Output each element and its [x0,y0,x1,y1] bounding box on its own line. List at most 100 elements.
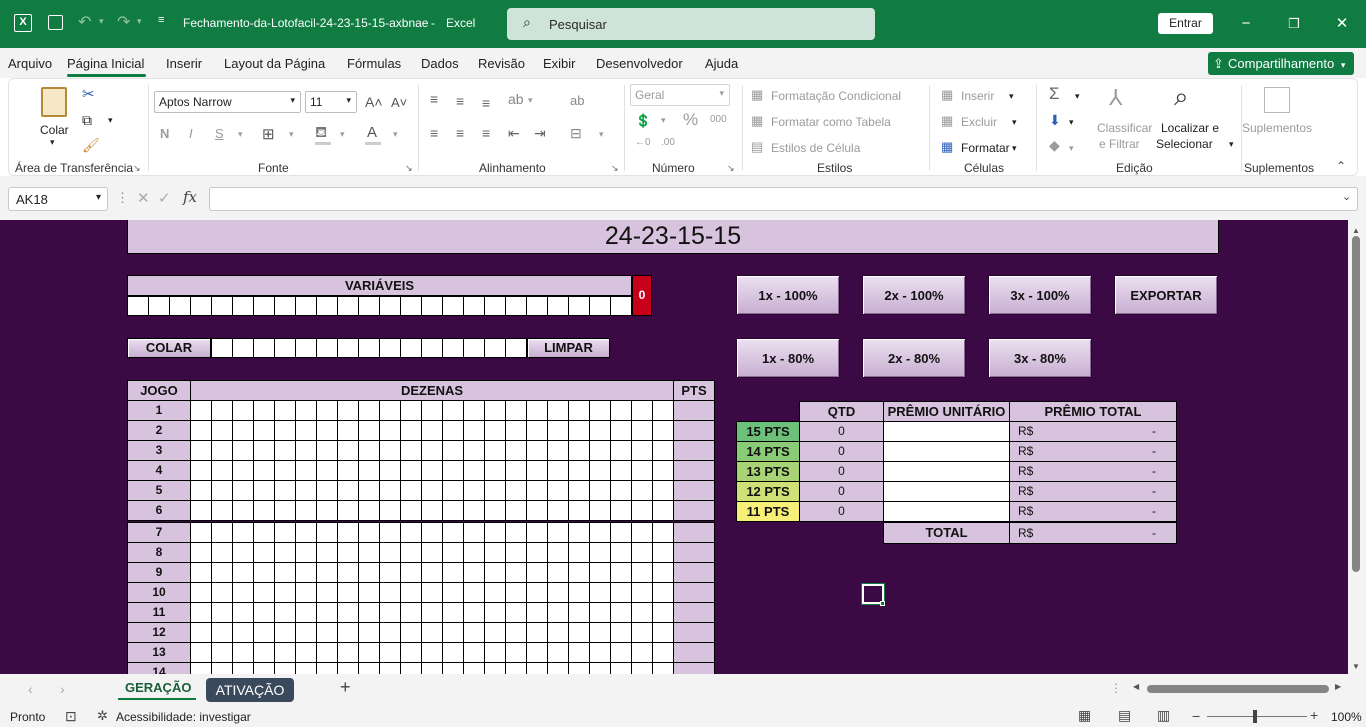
zoom-level[interactable]: 100% [1331,710,1362,724]
merge-center-icon[interactable]: ⊟ [570,125,582,142]
orientation-dropdown-icon[interactable]: ▾ [528,95,533,106]
prize-unit-input[interactable] [883,461,1010,482]
jogo-number[interactable]: 11 [127,602,191,623]
chevron-down-icon[interactable]: ▾ [1069,143,1074,154]
insert-function-icon[interactable]: fx [183,188,197,206]
undo-icon[interactable]: ↶ [78,12,91,32]
page-break-icon[interactable]: ▥ [1157,707,1170,724]
increase-font-icon[interactable]: A˄ [365,94,383,110]
sheet-title[interactable]: 24-23-15-15 [127,220,1219,254]
accessibility-icon[interactable]: ✲ [97,708,108,724]
prize-qtd[interactable]: 0 [799,441,884,462]
paste-dropdown-icon[interactable]: ▾ [50,137,55,148]
prize-unit-input[interactable] [883,421,1010,442]
prize-total-cell[interactable]: R$ - [1009,421,1177,442]
colar-row[interactable] [211,338,527,358]
qtd-header[interactable]: QTD [799,401,884,422]
cut-icon[interactable]: ✂ [82,85,95,103]
italic-button[interactable]: I [189,126,193,141]
prize-unit-input[interactable] [883,441,1010,462]
prize-unit-input[interactable] [883,481,1010,502]
clipboard-launcher-icon[interactable]: ↘ [133,163,141,174]
prize-qtd[interactable]: 0 [799,421,884,442]
2x-80-button[interactable]: 2x - 80% [862,338,966,378]
exportar-button[interactable]: EXPORTAR [1114,275,1218,315]
pts-cell[interactable] [673,542,715,563]
prize-label[interactable]: 14 PTS [736,441,800,462]
decrease-decimal-icon[interactable]: .00 [661,137,675,148]
conditional-format-button[interactable]: Formatação Condicional [771,89,901,103]
expand-formula-icon[interactable]: ⌄ [1342,190,1351,203]
prize-unit-input[interactable] [883,501,1010,522]
dezenas-row[interactable] [190,500,674,521]
close-button[interactable]: ✕ [1330,12,1354,36]
pts-cell[interactable] [673,602,715,623]
accessibility-status[interactable]: Acessibilidade: investigar [116,710,251,724]
fill-color-icon[interactable]: ⛾ [315,124,327,143]
increase-decimal-icon[interactable]: ←0 [635,137,651,148]
dezenas-row[interactable] [190,622,674,643]
premio-total-header[interactable]: PRÊMIO TOTAL [1009,401,1177,422]
copy-icon[interactable]: ⧉ [82,112,92,129]
jogo-number[interactable]: 8 [127,542,191,563]
formula-input[interactable] [209,187,1358,211]
prize-label[interactable]: 12 PTS [736,481,800,502]
normal-view-icon[interactable]: ▦ [1078,707,1091,724]
font-size-select[interactable]: 11 ▾ [305,91,357,113]
prize-total-cell[interactable]: R$ - [1009,461,1177,482]
worksheet[interactable]: 24-23-15-15 VARIÁVEIS 0 COLAR LIMPAR 1x … [0,220,1348,674]
hscroll-thumb[interactable] [1147,685,1329,693]
pts-cell[interactable] [673,642,715,663]
total-label[interactable]: TOTAL [883,522,1010,544]
save-icon[interactable] [48,15,63,30]
3x-100-button[interactable]: 3x - 100% [988,275,1092,315]
jogo-number[interactable]: 9 [127,562,191,583]
find-select-label[interactable]: Localizar e [1161,121,1219,135]
clear-icon[interactable]: ◆ [1049,137,1060,154]
number-format-select[interactable]: Geral ▾ [630,84,730,106]
jogo-number[interactable]: 2 [127,420,191,441]
chevron-down-icon[interactable]: ▾ [1069,117,1074,128]
tab-layout[interactable]: Layout da Página [224,56,325,71]
sheet-tab-geracao[interactable]: GERAÇÃO [125,680,191,695]
borders-dropdown-icon[interactable]: ▾ [289,129,294,140]
search-box[interactable]: ⌕ Pesquisar [507,8,875,40]
variaveis-row[interactable] [127,296,632,316]
format-cells-button[interactable]: Formatar [961,141,1010,155]
sort-filter-label2[interactable]: e Filtrar [1099,137,1140,151]
variaveis-header[interactable]: VARIÁVEIS [127,275,632,296]
jogo-number[interactable]: 1 [127,400,191,421]
font-name-select[interactable]: Aptos Narrow ▾ [154,91,301,113]
1x-100-button[interactable]: 1x - 100% [736,275,840,315]
dezenas-row[interactable] [190,642,674,663]
prize-qtd[interactable]: 0 [799,501,884,522]
prev-sheet-icon[interactable]: ‹ [28,681,33,697]
pts-cell[interactable] [673,622,715,643]
bold-button[interactable]: N [160,126,169,141]
currency-dropdown-icon[interactable]: ▾ [661,115,666,126]
dezenas-row[interactable] [190,400,674,421]
align-top-icon[interactable]: ≡ [430,91,438,107]
tab-desenvolvedor[interactable]: Desenvolvedor [596,56,683,71]
sort-filter-label[interactable]: Classificar [1097,121,1152,135]
3x-80-button[interactable]: 3x - 80% [988,338,1092,378]
share-button[interactable]: ⇪ Compartilhamento ▾ [1208,52,1354,75]
delete-cells-button[interactable]: Excluir [961,115,997,129]
tab-ajuda[interactable]: Ajuda [705,56,738,71]
font-launcher-icon[interactable]: ↘ [405,163,413,174]
jogo-number[interactable]: 14 [127,662,191,674]
pts-cell[interactable] [673,480,715,501]
insert-cells-button[interactable]: Inserir [961,89,994,103]
splitter-icon[interactable]: ⋮ [1110,681,1122,695]
pts-cell[interactable] [673,582,715,603]
pts-cell[interactable] [673,662,715,674]
underline-button[interactable]: S [215,126,224,141]
find-icon[interactable]: ⌕ [1174,81,1189,113]
fill-handle[interactable] [880,601,885,606]
pts-cell[interactable] [673,460,715,481]
chevron-down-icon[interactable]: ▾ [1075,91,1080,102]
pts-cell[interactable] [673,420,715,441]
addins-button[interactable]: Suplementos [1242,121,1312,135]
pts-cell[interactable] [673,440,715,461]
font-color-dropdown-icon[interactable]: ▾ [393,129,398,140]
